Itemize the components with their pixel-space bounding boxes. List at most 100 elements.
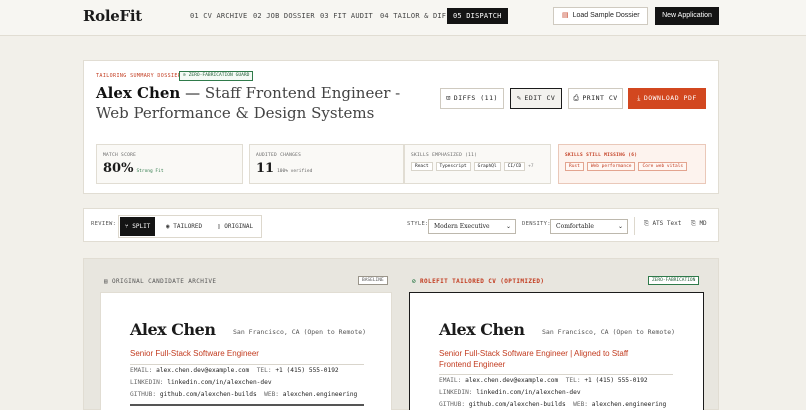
cv-divider bbox=[130, 364, 364, 365]
tel-key: TEL: bbox=[565, 377, 581, 384]
skills-missing-label: SKILLS STILL MISSING (6) bbox=[565, 153, 638, 158]
missing-skill-chip: Core web vitals bbox=[638, 162, 688, 171]
document-icon: ▤ bbox=[562, 12, 569, 19]
linkedin-key: LINKEDIN: bbox=[439, 389, 473, 396]
app-logo[interactable]: RoleFit bbox=[83, 7, 142, 25]
cv-section-rule bbox=[130, 404, 364, 406]
skill-chip: CI/CD bbox=[503, 162, 526, 171]
toolbar-divider bbox=[634, 217, 635, 235]
cv-github: github.com/alexchen-builds bbox=[159, 391, 257, 398]
summary-kicker: TAILORING SUMMARY DOSSIER bbox=[96, 73, 182, 79]
style-select[interactable]: Modern Executive ⌄ bbox=[428, 219, 516, 234]
candidate-name: Alex Chen bbox=[96, 84, 181, 102]
load-sample-button[interactable]: ▤ Load Sample Dossier bbox=[553, 7, 648, 25]
match-score-stat: MATCH SCORE 80% Strong Fit bbox=[96, 144, 243, 184]
skills-more-count: +7 bbox=[528, 164, 534, 169]
edit-cv-button[interactable]: ✎ EDIT CV bbox=[510, 88, 562, 109]
download-pdf-button[interactable]: ⤓ DOWNLOAD PDF bbox=[628, 88, 706, 109]
tailored-label: TAILORED bbox=[173, 223, 203, 230]
chevron-down-icon: ⌄ bbox=[617, 223, 623, 230]
cv-github: github.com/alexchen-builds bbox=[468, 401, 566, 408]
title-separator: — bbox=[185, 84, 201, 102]
print-cv-button[interactable]: ⎙ PRINT CV bbox=[568, 88, 623, 109]
cv-role: Senior Full-Stack Software Engineer bbox=[130, 349, 259, 358]
load-sample-label: Load Sample Dossier bbox=[572, 12, 640, 19]
page-title: Alex Chen — Staff Frontend Engineer - We… bbox=[96, 83, 426, 123]
original-cv-page[interactable]: Alex Chen San Francisco, CA (Open to Rem… bbox=[100, 292, 392, 410]
missing-skill-chip: Web performance bbox=[586, 162, 636, 171]
download-label: DOWNLOAD PDF bbox=[643, 94, 697, 102]
original-pane-header: ▤ ORIGINAL CANDIDATE ARCHIVE bbox=[104, 278, 216, 285]
summary-card: TAILORING SUMMARY DOSSIER ⊙ ZERO-FABRICA… bbox=[83, 60, 719, 194]
top-bar: RoleFit 01 CV ARCHIVE 02 JOB DOSSIER 03 … bbox=[0, 0, 806, 36]
tailored-pane-title: ROLEFIT TAILORED CV (OPTIMIZED) bbox=[420, 278, 545, 285]
cv-name: Alex Chen bbox=[439, 320, 525, 339]
skills-missing-stat: SKILLS STILL MISSING (6) Rust Web perfor… bbox=[558, 144, 706, 184]
cv-role: Senior Full-Stack Software Engineer | Al… bbox=[439, 349, 629, 369]
linkedin-key: LINKEDIN: bbox=[130, 379, 164, 386]
ats-text-toggle[interactable]: ⎘ ATS Text bbox=[644, 220, 681, 228]
tab-tailor-diff[interactable]: 04 TAILOR & DIFF bbox=[374, 8, 457, 24]
cv-tel: +1 (415) 555-0192 bbox=[584, 377, 648, 384]
skills-emphasized-label: SKILLS EMPHASIZED (11) bbox=[411, 153, 478, 158]
zero-fabrication-pane-badge: ZERO-FABRICATION bbox=[648, 276, 700, 285]
cv-linkedin: linkedin.com/in/alexchen-dev bbox=[476, 389, 581, 396]
mode-tailored-button[interactable]: ◉ TAILORED bbox=[161, 217, 207, 236]
original-pane-title: ORIGINAL CANDIDATE ARCHIVE bbox=[112, 278, 217, 285]
tailored-pane-header: ⊘ ROLEFIT TAILORED CV (OPTIMIZED) bbox=[412, 278, 544, 285]
print-label: PRINT CV bbox=[582, 94, 618, 102]
skills-missing-list: Rust Web performance Core web vitals bbox=[565, 162, 688, 171]
cv-contact-line: EMAIL: alex.chen.dev@example.com TEL: +1… bbox=[439, 377, 648, 384]
eye-icon: ◉ bbox=[166, 223, 170, 230]
diffs-label: DIFFS (11) bbox=[453, 94, 498, 102]
archive-icon: ▤ bbox=[104, 278, 109, 285]
cv-contact-line: GITHUB: github.com/alexchen-builds WEB: … bbox=[439, 401, 666, 408]
ats-text-label: ATS Text bbox=[652, 220, 682, 227]
printer-icon: ⎙ bbox=[573, 94, 580, 102]
audited-changes-label: AUDITED CHANGES bbox=[256, 153, 302, 158]
skills-emphasized-list: React Typescript GraphQl CI/CD +7 bbox=[411, 162, 534, 171]
diff-icon: ⊡ bbox=[446, 94, 451, 102]
download-icon: ⤓ bbox=[637, 94, 641, 102]
check-circle-icon: ⊘ bbox=[412, 278, 417, 285]
review-label: REVIEW: bbox=[91, 221, 117, 227]
cv-contact-line: GITHUB: github.com/alexchen-builds WEB: … bbox=[130, 391, 357, 398]
tel-key: TEL: bbox=[256, 367, 272, 374]
diffs-button[interactable]: ⊡ DIFFS (11) bbox=[440, 88, 504, 109]
cv-linkedin: linkedin.com/in/alexchen-dev bbox=[167, 379, 272, 386]
github-key: GITHUB: bbox=[439, 401, 466, 408]
split-icon: ⑂ bbox=[125, 223, 129, 230]
file-icon: ▯ bbox=[217, 223, 221, 230]
chevron-down-icon: ⌄ bbox=[505, 223, 511, 230]
cv-location: San Francisco, CA (Open to Remote) bbox=[542, 328, 676, 336]
cv-email: alex.chen.dev@example.com bbox=[465, 377, 559, 384]
badge-label: ZERO-FABRICATION GUARD bbox=[188, 73, 250, 78]
baseline-badge: BASELINE bbox=[358, 276, 388, 285]
tab-cv-archive[interactable]: 01 CV ARCHIVE bbox=[184, 8, 253, 24]
density-label: DENSITY: bbox=[522, 221, 551, 227]
cv-web: alexchen.engineering bbox=[282, 391, 358, 398]
mode-split-button[interactable]: ⑂ SPLIT bbox=[120, 217, 156, 236]
cv-contact-line: LINKEDIN: linkedin.com/in/alexchen-dev bbox=[130, 379, 272, 386]
mode-original-button[interactable]: ▯ ORIGINAL bbox=[212, 217, 258, 236]
original-label: ORIGINAL bbox=[224, 223, 254, 230]
markdown-toggle[interactable]: ⎘ MD bbox=[691, 220, 707, 228]
github-key: GITHUB: bbox=[130, 391, 157, 398]
web-key: WEB: bbox=[573, 401, 589, 408]
audited-changes-row: 11 100% verified bbox=[256, 161, 312, 176]
tab-fit-audit[interactable]: 03 FIT AUDIT bbox=[314, 8, 379, 24]
md-label: MD bbox=[699, 220, 707, 227]
density-select[interactable]: Comfortable ⌄ bbox=[550, 219, 628, 234]
review-toolbar: REVIEW: ⑂ SPLIT ◉ TAILORED ▯ ORIGINAL ST… bbox=[83, 208, 719, 242]
tab-dispatch[interactable]: 05 DISPATCH bbox=[447, 8, 508, 24]
tailored-cv-page[interactable]: Alex Chen San Francisco, CA (Open to Rem… bbox=[409, 292, 704, 410]
skill-chip: Typescript bbox=[435, 162, 471, 171]
audited-changes-stat: AUDITED CHANGES 11 100% verified bbox=[249, 144, 404, 184]
new-application-button[interactable]: New Application bbox=[655, 7, 719, 25]
split-label: SPLIT bbox=[132, 223, 151, 230]
tab-job-dossier[interactable]: 02 JOB DOSSIER bbox=[247, 8, 321, 24]
cv-location: San Francisco, CA (Open to Remote) bbox=[233, 328, 367, 336]
zero-fabrication-badge: ⊙ ZERO-FABRICATION GUARD bbox=[179, 71, 254, 81]
cv-web: alexchen.engineering bbox=[591, 401, 667, 408]
shield-check-icon: ⊙ bbox=[183, 73, 186, 78]
